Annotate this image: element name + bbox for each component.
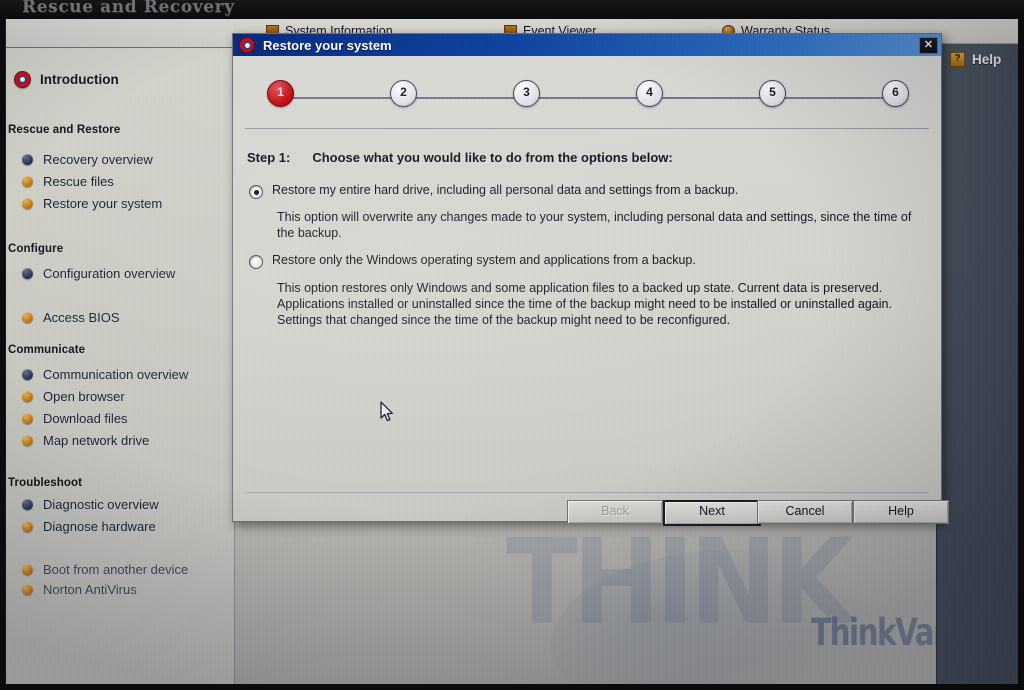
bullet-icon [22,413,33,424]
app-help-label: Help [972,52,1002,67]
radio-button-icon[interactable] [249,185,263,199]
sidebar-item-restore-your-system[interactable]: Restore your system [22,196,162,211]
dialog-body: 1 2 3 4 5 6 Step 1: Choose what you woul… [233,56,949,526]
question-mark-icon: ? [950,52,965,67]
step-instruction: Choose what you would like to do from th… [312,150,673,165]
laptop-bezel-bottom [0,684,1024,690]
bullet-icon [22,198,33,209]
sidebar-item-label: Boot from another device [43,562,189,577]
stepper-step-2[interactable]: 2 [390,80,417,107]
restore-your-system-dialog: Restore your system ✕ 1 2 3 4 5 6 Step 1… [232,33,949,526]
stepper-step-5[interactable]: 5 [759,80,786,107]
bullet-icon [22,154,33,165]
sidebar-item-label: Open browser [43,389,125,404]
bullet-icon [22,435,33,446]
bullet-icon [22,268,33,279]
dialog-title: Restore your system [263,37,392,53]
sidebar-item-introduction[interactable]: Introduction [14,71,119,88]
sidebar-item-label: Rescue files [43,174,114,189]
option-label: Restore my entire hard drive, including … [272,183,739,197]
bullet-icon [22,521,33,532]
bezel-product-name: Rescue and Recovery [22,0,235,17]
rescue-recovery-icon [239,37,255,53]
sidebar-item-label: Download files [43,411,128,426]
sidebar-item-label: Diagnose hardware [43,519,156,534]
app-right-panel [936,37,1018,684]
sidebar-item-rescue-files[interactable]: Rescue files [22,174,114,189]
sidebar-item-communication-overview[interactable]: Communication overview [22,367,188,382]
bullet-icon [22,584,33,595]
app-help-link[interactable]: ? Help [950,52,1001,67]
bullet-icon [22,564,33,575]
sidebar-item-configuration-overview[interactable]: Configuration overview [22,266,175,281]
laptop-bezel-right [1018,19,1024,690]
close-icon[interactable]: ✕ [919,37,938,54]
sidebar-item-diagnostic-overview[interactable]: Diagnostic overview [22,497,159,512]
help-button[interactable]: Help [853,500,949,524]
sidebar-item-label: Diagnostic overview [43,497,159,512]
sidebar-item-label: Recovery overview [43,152,153,167]
bullet-icon [22,176,33,187]
dialog-title-bar[interactable]: Restore your system ✕ [233,34,941,56]
stepper-step-1[interactable]: 1 [267,80,294,107]
bullet-icon [22,499,33,510]
radio-button-icon[interactable] [249,255,263,269]
sidebar-section-title-rescue-and-restore: Rescue and Restore [8,124,121,136]
sidebar-item-label: Introduction [40,72,119,87]
option-description: This option restores only Windows and so… [277,281,892,327]
bullseye-icon [14,71,31,88]
option-description: This option will overwrite any changes m… [277,210,912,240]
think-watermark: THINK [506,514,854,651]
laptop-bezel-top: Rescue and Recovery [0,0,1024,19]
sidebar-item-diagnose-hardware[interactable]: Diagnose hardware [22,519,156,534]
sidebar-item-norton-antivirus[interactable]: Norton AntiVirus [22,582,137,597]
stepper-step-3[interactable]: 3 [513,80,540,107]
stepper-track [279,97,895,99]
option-restore-entire-hard-drive[interactable]: Restore my entire hard drive, including … [249,183,738,199]
sidebar-item-label: Configuration overview [43,266,176,281]
sidebar-section-title-troubleshoot: Troubleshoot [8,477,83,489]
divider [245,492,929,493]
sidebar-item-access-bios[interactable]: Access BIOS [22,310,120,325]
sidebar-item-label: Map network drive [43,433,150,448]
photographed-laptop-screen: Rescue and Recovery THINK ThinkVantage T… [0,0,1024,690]
sidebar-item-recovery-overview[interactable]: Recovery overview [22,152,153,167]
sidebar-topbar [6,19,234,48]
navigation-sidebar: Introduction Rescue and Restore Recovery… [6,19,235,684]
sidebar-item-download-files[interactable]: Download files [22,411,128,426]
back-button: Back [567,500,663,524]
sidebar-item-label: Communication overview [43,367,189,382]
bullet-icon [22,391,33,402]
sidebar-item-label: Norton AntiVirus [43,582,137,597]
sidebar-item-label: Restore your system [43,196,163,211]
sidebar-item-open-browser[interactable]: Open browser [22,389,125,404]
wizard-stepper: 1 2 3 4 5 6 [267,80,909,116]
bullet-icon [22,369,33,380]
option-label: Restore only the Windows operating syste… [272,253,696,267]
step-heading: Step 1: Choose what you would like to do… [247,150,673,165]
stepper-step-4[interactable]: 4 [636,80,663,107]
stepper-step-6[interactable]: 6 [882,80,909,107]
sidebar-item-label: Access BIOS [43,310,120,325]
sidebar-item-boot-from-another-device[interactable]: Boot from another device [22,562,188,577]
sidebar-section-title-configure: Configure [8,243,64,255]
cancel-button[interactable]: Cancel [757,500,853,524]
sidebar-item-map-network-drive[interactable]: Map network drive [22,433,149,448]
divider [245,128,929,129]
option-restore-windows-only[interactable]: Restore only the Windows operating syste… [249,253,696,269]
bullet-icon [22,312,33,323]
sidebar-section-title-communicate: Communicate [8,344,86,356]
step-number-label: Step 1: [247,150,291,165]
next-button[interactable]: Next [663,500,761,526]
screen-content: THINK ThinkVantage Te Introduction Rescu… [6,19,1018,684]
